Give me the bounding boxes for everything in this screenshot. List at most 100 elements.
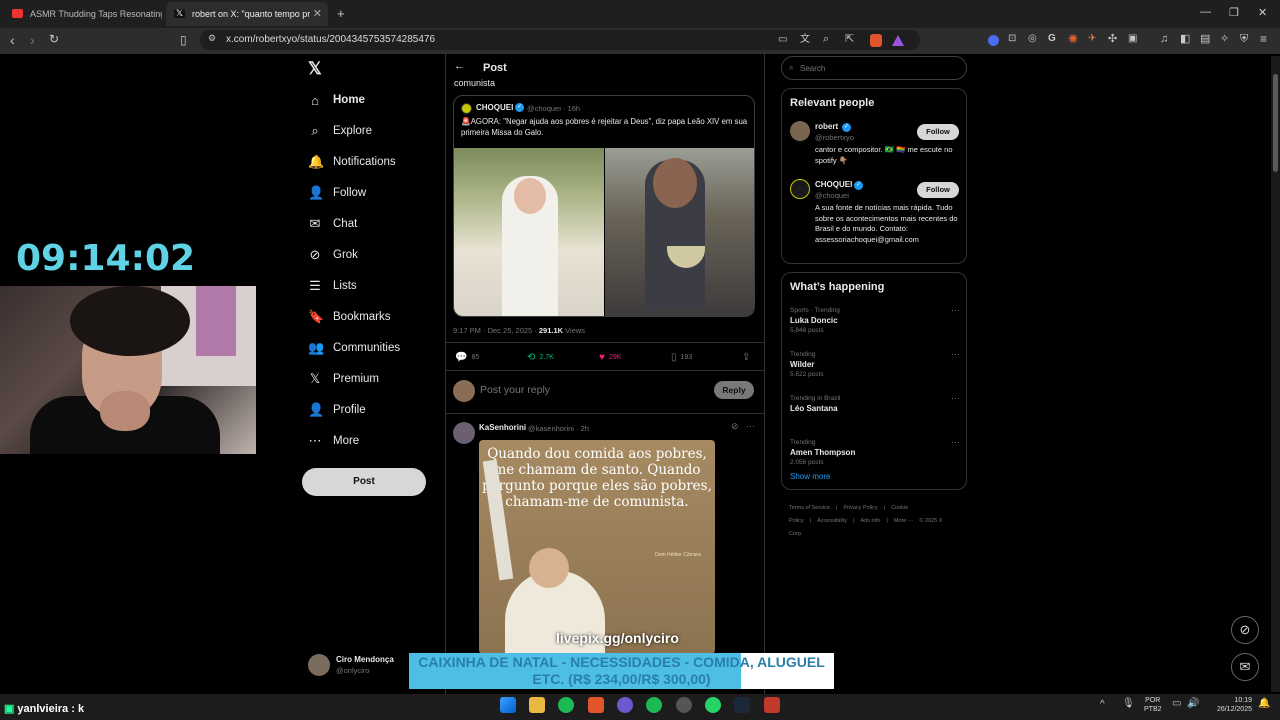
- show-more-link[interactable]: Show more: [790, 472, 830, 481]
- start-icon[interactable]: [500, 697, 516, 713]
- grok-icon[interactable]: ⊘: [731, 421, 739, 432]
- nav-item-profile[interactable]: 👤 Profile: [308, 399, 366, 421]
- spotify-2-icon[interactable]: [646, 697, 662, 713]
- more-options-icon[interactable]: ···: [951, 305, 960, 315]
- minimize-icon[interactable]: —: [1200, 6, 1211, 18]
- like-action[interactable]: ♥ 29K: [599, 352, 621, 363]
- tab-x-post[interactable]: 𝕏 robert on X: "quanto tempo pro ✕: [166, 2, 328, 26]
- footer-link[interactable]: More ···: [894, 518, 914, 524]
- obs-icon[interactable]: [676, 697, 692, 713]
- follow-button[interactable]: Follow: [917, 124, 959, 140]
- x-logo-icon[interactable]: 𝕏: [308, 59, 322, 79]
- site-settings-icon[interactable]: ⚙: [208, 34, 216, 43]
- volume-icon[interactable]: 🔊: [1187, 698, 1199, 709]
- whatsapp-icon[interactable]: [705, 697, 721, 713]
- zoom-icon[interactable]: ⌕: [823, 34, 829, 45]
- account-avatar[interactable]: [308, 654, 330, 676]
- nav-item-communities[interactable]: 👥 Communities: [308, 337, 400, 359]
- footer-link[interactable]: Privacy Policy: [843, 505, 877, 511]
- discord-icon[interactable]: [617, 697, 633, 713]
- media-icon[interactable]: ♫: [1160, 34, 1168, 45]
- grammarly-icon[interactable]: G: [1048, 34, 1056, 44]
- extension-5-icon[interactable]: ✺: [1068, 33, 1078, 45]
- person-name[interactable]: robert: [815, 122, 838, 131]
- microphone-icon[interactable]: 🎙: [1122, 698, 1135, 709]
- page-scrollbar[interactable]: [1271, 56, 1280, 692]
- tray-overflow-icon[interactable]: ^: [1100, 699, 1105, 710]
- nav-item-lists[interactable]: ☰ Lists: [308, 275, 356, 297]
- menu-icon[interactable]: ≡: [1260, 33, 1267, 45]
- nav-item-notifications[interactable]: 🔔 Notifications: [308, 151, 396, 173]
- person-name[interactable]: CHOQUEI: [815, 180, 852, 189]
- cast-icon[interactable]: ▭: [778, 35, 787, 45]
- nav-item-grok[interactable]: ⊘ Grok: [308, 244, 358, 266]
- spotify-icon[interactable]: [558, 697, 574, 713]
- trend-item[interactable]: Trending in Brazil Léo Santana ···: [790, 393, 960, 435]
- notifications-tray-icon[interactable]: 🔔: [1258, 698, 1270, 709]
- reply-button[interactable]: Reply: [714, 381, 754, 399]
- follow-button[interactable]: Follow: [917, 182, 959, 198]
- share-icon[interactable]: ⇱: [845, 34, 854, 45]
- grok-float-button[interactable]: ⊘: [1231, 616, 1259, 644]
- brave-icon[interactable]: [588, 697, 604, 713]
- vpn-icon[interactable]: ⛨: [1240, 34, 1248, 45]
- reply-author-name[interactable]: KaSenhorini: [479, 423, 526, 432]
- language-indicator[interactable]: POR PTB2: [1144, 696, 1162, 714]
- post-button[interactable]: Post: [302, 468, 426, 496]
- trend-item[interactable]: Sports · Trending Luka Doncic 5,848 posts ·…: [790, 305, 960, 347]
- close-tab-icon[interactable]: ✕: [313, 7, 322, 20]
- forward-icon[interactable]: ›: [30, 33, 35, 47]
- nav-item-home[interactable]: ⌂ Home: [308, 89, 365, 111]
- more-options-icon[interactable]: ···: [746, 421, 755, 431]
- taskbar-clock[interactable]: 10:19 26/12/2025: [1208, 696, 1252, 714]
- repost-action[interactable]: ⟲ 2.7K: [527, 352, 554, 363]
- restore-icon[interactable]: ❐: [1229, 6, 1239, 19]
- extension-3-icon[interactable]: ◎: [1028, 34, 1037, 44]
- footer-link[interactable]: Ads info: [861, 518, 881, 524]
- footer-link[interactable]: Terms of Service: [789, 505, 830, 511]
- nav-item-explore[interactable]: ⌕ Explore: [308, 120, 372, 142]
- translate-icon[interactable]: 文: [800, 35, 810, 45]
- sidebar-toggle-icon[interactable]: ◧: [1180, 34, 1190, 45]
- more-options-icon[interactable]: ···: [951, 437, 960, 447]
- reload-icon[interactable]: ↻: [49, 33, 59, 45]
- extension-6-icon[interactable]: ✈: [1088, 34, 1096, 44]
- back-arrow-icon[interactable]: ←: [454, 60, 465, 72]
- choquei-avatar[interactable]: [790, 179, 810, 199]
- pope-photo[interactable]: [454, 148, 604, 316]
- close-window-icon[interactable]: ✕: [1258, 6, 1267, 19]
- tab-asmr[interactable]: ASMR Thudding Taps Resonating in V: [4, 2, 162, 26]
- app-shield-icon[interactable]: [764, 697, 780, 713]
- more-options-icon[interactable]: ···: [951, 393, 960, 403]
- network-icon[interactable]: ▭: [1172, 698, 1181, 709]
- extension-2-icon[interactable]: ⊡: [1008, 34, 1016, 44]
- steam-icon[interactable]: [734, 697, 750, 713]
- extension-1-icon[interactable]: [988, 35, 999, 46]
- trend-item[interactable]: Trending Wilder 5,622 posts ···: [790, 349, 960, 391]
- leo-ai-icon[interactable]: ✧: [1220, 34, 1229, 45]
- reply-action[interactable]: 💬 85: [455, 352, 479, 363]
- robert-avatar[interactable]: [790, 121, 810, 141]
- child-photo[interactable]: [605, 148, 754, 316]
- brave-shield-icon[interactable]: [870, 34, 882, 47]
- extension-8-icon[interactable]: ▣: [1128, 34, 1137, 44]
- nav-item-chat[interactable]: ✉ Chat: [308, 213, 358, 235]
- footer-link[interactable]: Accessibility: [817, 518, 847, 524]
- account-name[interactable]: Ciro Mendonça: [336, 655, 394, 664]
- quoted-tweet[interactable]: CHOQUEI ✓ @choquei · 16h 🚨AGORA: "Negar …: [453, 95, 755, 317]
- bookmark-action[interactable]: ▯ 193: [671, 352, 692, 363]
- address-bar[interactable]: ⚙ x.com/robertxyo/status/200434575357428…: [200, 30, 920, 50]
- nav-item-follow[interactable]: 👤 Follow: [308, 182, 366, 204]
- new-tab-button[interactable]: +: [337, 7, 345, 20]
- file-explorer-icon[interactable]: [529, 697, 545, 713]
- extensions-puzzle-icon[interactable]: ✣: [1108, 34, 1117, 45]
- back-icon[interactable]: ‹: [10, 33, 15, 47]
- nav-item-premium[interactable]: 𝕏 Premium: [308, 368, 379, 390]
- bookmark-page-icon[interactable]: ▯: [180, 34, 187, 46]
- messages-float-button[interactable]: ✉: [1231, 653, 1259, 681]
- nav-item-bookmarks[interactable]: 🔖 Bookmarks: [308, 306, 391, 328]
- reply-input[interactable]: Post your reply: [480, 384, 550, 396]
- nav-item-more[interactable]: ⋯ More: [308, 430, 360, 452]
- rewards-icon[interactable]: [892, 35, 904, 46]
- share-action[interactable]: ⇪: [742, 352, 754, 363]
